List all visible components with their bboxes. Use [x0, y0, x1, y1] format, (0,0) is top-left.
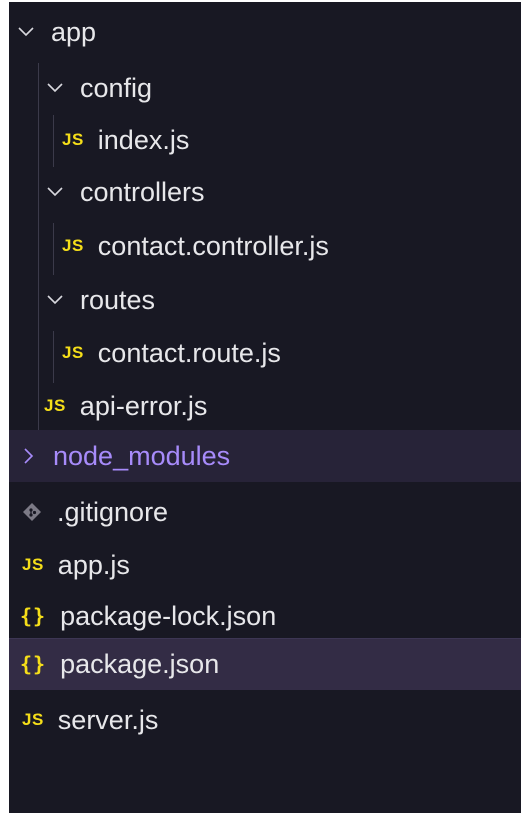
tree-file-index-js[interactable]: JS index.js — [9, 114, 521, 166]
javascript-file-icon: JS — [62, 236, 84, 255]
json-braces-icon: {} — [20, 604, 47, 628]
javascript-file-icon: JS — [44, 396, 66, 415]
tree-item-label: server.js — [57, 704, 159, 735]
chevron-down-icon — [44, 77, 66, 99]
tree-file-gitignore[interactable]: .gitignore — [9, 486, 521, 538]
tree-item-label: app — [51, 16, 97, 47]
javascript-file-icon: JS — [62, 343, 84, 362]
tree-folder-config[interactable]: config — [9, 62, 521, 114]
tree-item-label: config — [80, 72, 153, 103]
javascript-file-icon: JS — [22, 710, 44, 729]
git-diamond-icon — [21, 501, 43, 523]
tree-file-package-json[interactable]: {} package.json — [9, 638, 521, 690]
tree-item-label: controllers — [80, 176, 205, 207]
chevron-down-icon — [44, 289, 66, 311]
tree-folder-node-modules[interactable]: node_modules — [9, 430, 521, 482]
json-braces-icon: {} — [20, 652, 47, 676]
tree-item-label: package.json — [60, 648, 220, 679]
tree-file-server-js[interactable]: JS server.js — [9, 694, 521, 746]
tree-item-label: app.js — [57, 549, 130, 580]
tree-item-label: api-error.js — [79, 390, 208, 421]
file-explorer-tree: app config JS index.js controllers JS co… — [9, 2, 521, 813]
chevron-down-icon — [44, 181, 66, 203]
tree-item-label: index.js — [97, 124, 190, 155]
tree-folder-routes[interactable]: routes — [9, 274, 521, 326]
tree-item-label: contact.controller.js — [97, 230, 329, 261]
chevron-down-icon — [15, 21, 37, 43]
tree-item-label: .gitignore — [57, 496, 169, 527]
tree-file-api-error-js[interactable]: JS api-error.js — [9, 380, 521, 432]
tree-file-app-js[interactable]: JS app.js — [9, 539, 521, 591]
tree-file-contact-route-js[interactable]: JS contact.route.js — [9, 327, 521, 379]
chevron-right-icon — [17, 445, 39, 467]
tree-file-contact-controller-js[interactable]: JS contact.controller.js — [9, 220, 521, 272]
tree-item-label: routes — [80, 284, 156, 315]
tree-folder-app[interactable]: app — [9, 6, 521, 58]
javascript-file-icon: JS — [62, 130, 84, 149]
javascript-file-icon: JS — [22, 555, 44, 574]
tree-item-label: node_modules — [53, 440, 231, 471]
tree-item-label: contact.route.js — [97, 337, 281, 368]
tree-folder-controllers[interactable]: controllers — [9, 166, 521, 218]
tree-item-label: package-lock.json — [60, 600, 277, 631]
tree-file-package-lock-json[interactable]: {} package-lock.json — [9, 590, 521, 642]
